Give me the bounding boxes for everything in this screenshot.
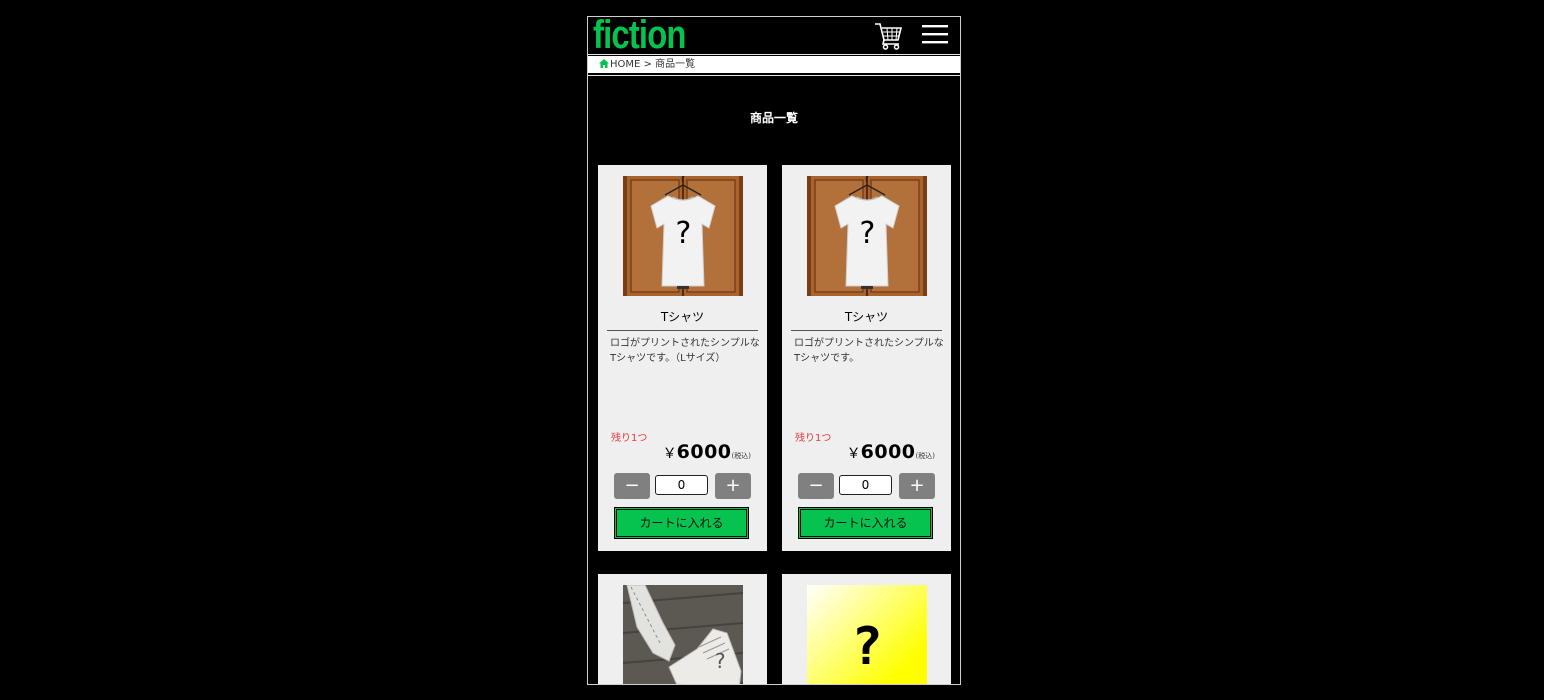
price-amount: 6000 bbox=[860, 441, 916, 463]
quantity-decrement-button[interactable]: − bbox=[614, 473, 650, 499]
product-description: ロゴがプリントされたシンプルなTシャツです。 bbox=[794, 338, 944, 364]
breadcrumb-separator: > bbox=[643, 59, 652, 70]
quantity-increment-button[interactable]: + bbox=[899, 473, 935, 499]
breadcrumb-current: 商品一覧 bbox=[655, 59, 696, 70]
product-image[interactable]: ? bbox=[623, 176, 743, 296]
currency-symbol: ￥ bbox=[662, 446, 677, 462]
currency-symbol: ￥ bbox=[846, 446, 861, 462]
home-icon bbox=[599, 59, 609, 68]
product-description: ロゴがプリントされたシンプルなTシャツです。（Lサイズ） bbox=[610, 338, 760, 364]
product-price: ￥6000(税込) bbox=[663, 441, 751, 463]
price-amount: 6000 bbox=[676, 441, 732, 463]
product-image-question-mark: ? bbox=[851, 617, 883, 677]
quantity-increment-button[interactable]: + bbox=[715, 473, 751, 499]
breadcrumb-home-label: HOME bbox=[610, 59, 641, 70]
product-image-question-mark: ? bbox=[673, 216, 693, 251]
product-card: ? Tシャツ ロゴがプリントされたシンプルなTシャツです。（Lサイズ） 残り1つ… bbox=[598, 165, 767, 551]
product-image[interactable]: ? bbox=[807, 176, 927, 296]
product-image[interactable]: ? bbox=[623, 585, 743, 684]
product-image[interactable]: ? bbox=[807, 585, 927, 684]
quantity-decrement-button[interactable]: − bbox=[798, 473, 834, 499]
stock-notice: 残り1つ bbox=[795, 433, 832, 444]
add-to-cart-button[interactable]: カートに入れる bbox=[798, 507, 933, 539]
product-card: ? bbox=[598, 574, 767, 684]
stock-notice: 残り1つ bbox=[611, 433, 648, 444]
site-header: fiction bbox=[588, 17, 960, 58]
product-image-question-mark: ? bbox=[857, 216, 877, 251]
divider bbox=[791, 330, 942, 331]
quantity-input[interactable] bbox=[839, 475, 892, 495]
breadcrumb-home-link[interactable]: HOME bbox=[599, 59, 644, 70]
hamburger-menu-icon[interactable] bbox=[921, 22, 949, 46]
divider bbox=[607, 330, 758, 331]
product-card: ? bbox=[782, 574, 951, 684]
divider bbox=[588, 75, 960, 76]
cart-icon[interactable] bbox=[873, 19, 905, 51]
tax-note: (税込) bbox=[731, 452, 751, 460]
product-name: Tシャツ bbox=[844, 310, 889, 324]
site-logo[interactable]: fiction bbox=[593, 17, 686, 58]
product-image-question-mark: ? bbox=[713, 649, 727, 673]
breadcrumb: HOME > 商品一覧 bbox=[588, 56, 960, 75]
product-name: Tシャツ bbox=[660, 310, 705, 324]
tax-note: (税込) bbox=[915, 452, 935, 460]
page-frame: fiction HOME > 商品一覧 商品一覧 ? Tシャツ ロゴがプリントさ… bbox=[587, 16, 961, 685]
product-card: ? Tシャツ ロゴがプリントされたシンプルなTシャツです。 残り1つ ￥6000… bbox=[782, 165, 951, 551]
quantity-input[interactable] bbox=[655, 475, 708, 495]
add-to-cart-button[interactable]: カートに入れる bbox=[614, 507, 749, 539]
page-title: 商品一覧 bbox=[749, 111, 798, 125]
product-price: ￥6000(税込) bbox=[847, 441, 935, 463]
